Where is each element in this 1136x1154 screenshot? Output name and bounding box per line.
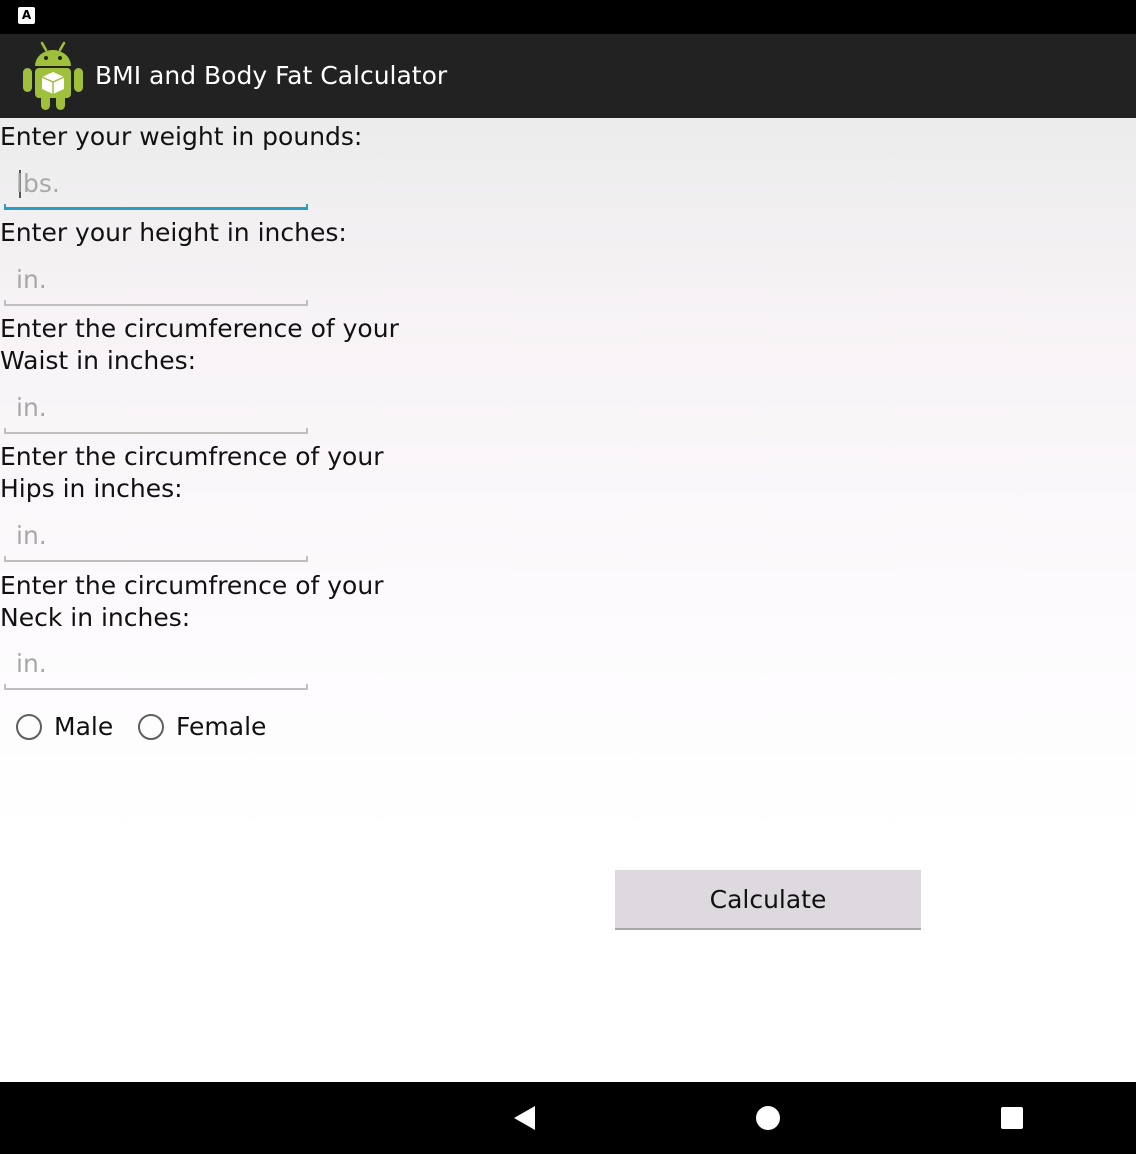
calculate-button[interactable]: Calculate bbox=[615, 870, 921, 930]
notification-icon: A bbox=[18, 7, 35, 24]
waist-label: Enter the circumference of your Waist in… bbox=[0, 314, 399, 375]
neck-underline bbox=[4, 684, 308, 690]
waist-input[interactable]: in. bbox=[4, 386, 308, 434]
height-label: Enter your height in inches: bbox=[0, 218, 347, 247]
male-radio[interactable]: Male bbox=[16, 712, 126, 744]
android-robot-icon bbox=[23, 41, 83, 110]
hips-placeholder: in. bbox=[16, 521, 47, 550]
hips-underline bbox=[4, 556, 308, 562]
neck-placeholder: in. bbox=[16, 649, 47, 678]
male-label: Male bbox=[54, 712, 114, 741]
hips-label: Enter the circumfrence of your Hips in i… bbox=[0, 442, 384, 503]
weight-underline bbox=[4, 204, 308, 210]
weight-placeholder: lbs. bbox=[16, 169, 60, 198]
home-circle-icon[interactable] bbox=[750, 1100, 786, 1136]
waist-placeholder: in. bbox=[16, 393, 47, 422]
weight-label: Enter your weight in pounds: bbox=[0, 122, 363, 151]
status-bar: A bbox=[0, 0, 1136, 34]
female-label: Female bbox=[176, 712, 267, 741]
navigation-bar bbox=[0, 1082, 1136, 1154]
female-radio-circle bbox=[138, 714, 164, 740]
neck-label: Enter the circumfrence of your Neck in i… bbox=[0, 571, 384, 632]
male-radio-circle bbox=[16, 714, 42, 740]
neck-input[interactable]: in. bbox=[4, 642, 308, 690]
app-screen: A BMI and Body Fat Calculator Enter your… bbox=[0, 0, 1136, 1154]
recents-square-icon[interactable] bbox=[994, 1100, 1030, 1136]
back-triangle-icon[interactable] bbox=[506, 1100, 542, 1136]
action-bar: BMI and Body Fat Calculator bbox=[0, 34, 1136, 118]
app-title: BMI and Body Fat Calculator bbox=[95, 61, 448, 90]
female-radio[interactable]: Female bbox=[138, 712, 278, 744]
hips-input[interactable]: in. bbox=[4, 514, 308, 562]
waist-underline bbox=[4, 428, 308, 434]
height-placeholder: in. bbox=[16, 265, 47, 294]
weight-input[interactable]: lbs. bbox=[4, 162, 308, 210]
height-input[interactable]: in. bbox=[4, 258, 308, 306]
height-underline bbox=[4, 300, 308, 306]
form-content: Enter your weight in pounds: lbs. Enter … bbox=[0, 118, 1136, 1082]
